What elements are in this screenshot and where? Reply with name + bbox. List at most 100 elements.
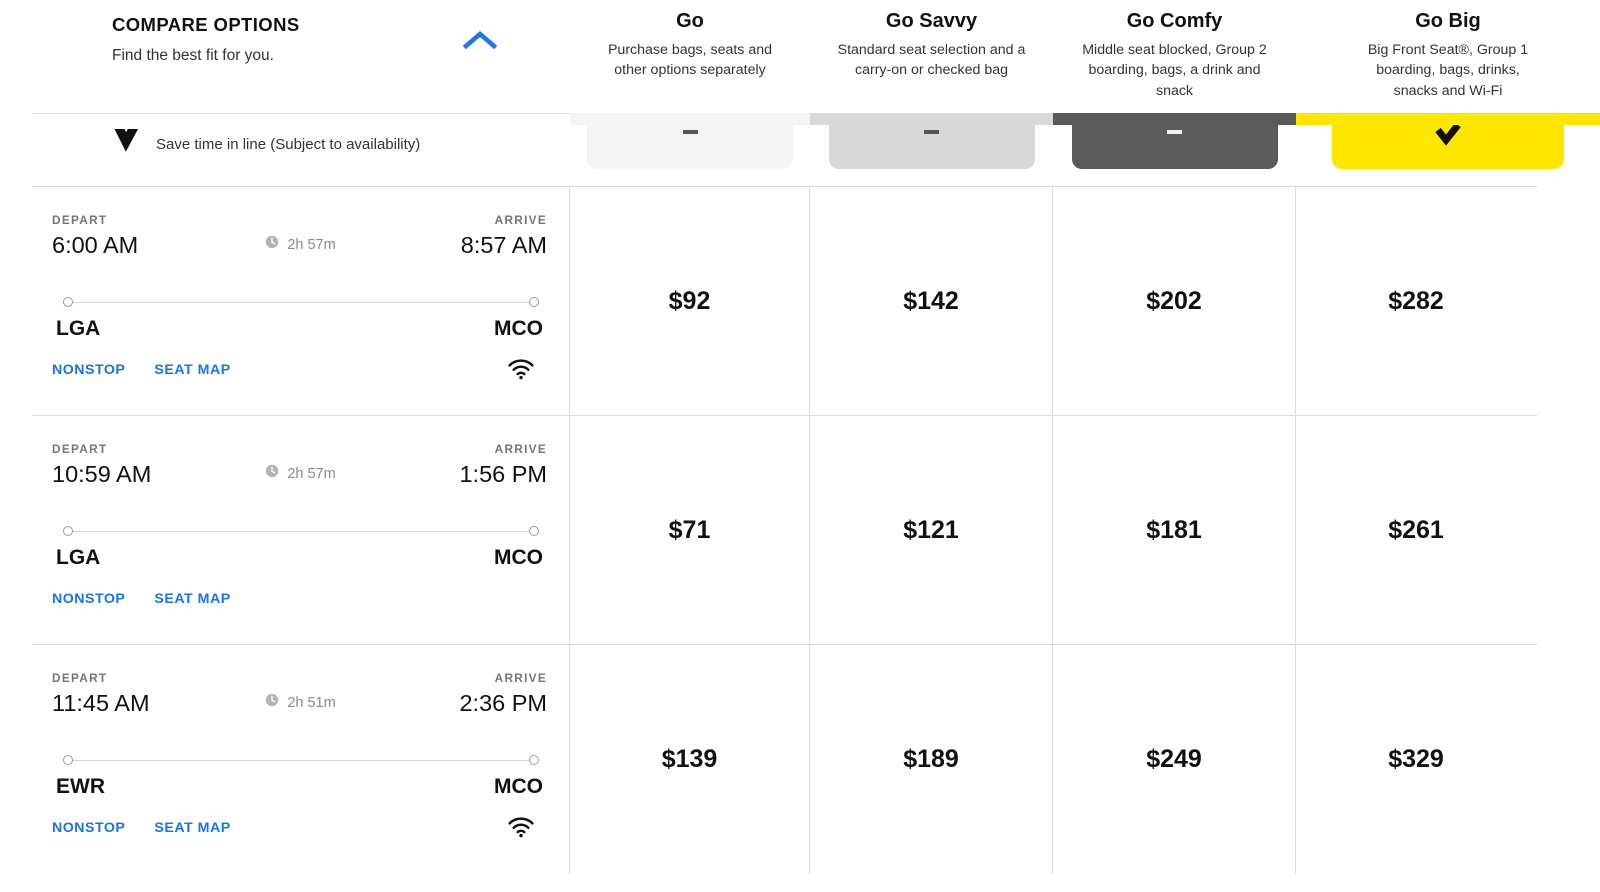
seat-map-link[interactable]: SEAT MAP	[154, 820, 230, 836]
depart-block: DEPART 10:59 AM	[52, 442, 151, 488]
table-row: DEPART 11:45 AM ARRIVE 2:36 PM	[32, 645, 1537, 874]
flight-times: DEPART 10:59 AM ARRIVE 1:56 PM	[52, 442, 547, 488]
route-line-graphic	[63, 753, 539, 769]
depart-time: 10:59 AM	[52, 461, 151, 488]
fare-column-go-comfy: Go Comfy Middle seat blocked, Group 2 bo…	[1053, 0, 1296, 118]
airport-codes: EWR MCO	[56, 775, 543, 799]
destination-code: MCO	[494, 317, 543, 341]
collapse-compare-button[interactable]	[452, 22, 508, 62]
arrive-label: ARRIVE	[459, 671, 547, 685]
fare-name: Go Big	[1296, 10, 1600, 33]
arrive-block: ARRIVE 1:56 PM	[459, 442, 547, 488]
price: $189	[903, 745, 959, 774]
arrive-block: ARRIVE 2:36 PM	[459, 671, 547, 717]
fare-name: Go	[570, 10, 810, 33]
table-row: DEPART 10:59 AM ARRIVE 1:56 PM	[32, 416, 1537, 645]
origin-code: EWR	[56, 775, 105, 799]
origin-dot	[63, 526, 73, 536]
dash-icon	[1167, 130, 1182, 134]
wifi-icon	[507, 358, 535, 385]
dash-icon	[683, 130, 698, 134]
fare-compare-page: COMPARE OPTIONS Find the best fit for yo…	[0, 0, 1600, 892]
price-cell-go-savvy[interactable]: $121	[810, 416, 1053, 644]
origin-dot	[63, 297, 73, 307]
flight-links: NONSTOP SEAT MAP	[52, 591, 547, 607]
tier-card-go[interactable]	[587, 119, 793, 169]
price: $181	[1146, 516, 1202, 545]
price-cell-go-comfy[interactable]: $202	[1053, 187, 1296, 415]
depart-label: DEPART	[52, 213, 138, 227]
fare-column-go: Go Purchase bags, seats and other option…	[570, 0, 810, 118]
flight-details-cell: DEPART 10:59 AM ARRIVE 1:56 PM	[32, 416, 570, 644]
price: $121	[903, 516, 959, 545]
flight-links: NONSTOP SEAT MAP	[52, 820, 547, 836]
flight-results-table: DEPART 6:00 AM ARRIVE 8:57 AM	[32, 186, 1537, 874]
fare-description: Standard seat selection and a carry-on o…	[832, 40, 1032, 81]
tier-card-slot	[1053, 119, 1296, 171]
seat-map-link[interactable]: SEAT MAP	[154, 591, 230, 607]
tier-card-go-big[interactable]	[1332, 119, 1564, 169]
fare-description: Big Front Seat®, Group 1 boarding, bags,…	[1355, 40, 1541, 101]
arrive-label: ARRIVE	[461, 213, 547, 227]
feature-label: Save time in line (Subject to availabili…	[156, 136, 420, 153]
arrive-time: 1:56 PM	[459, 461, 547, 488]
fare-description: Purchase bags, seats and other options s…	[590, 40, 790, 81]
origin-code: LGA	[56, 317, 100, 341]
fare-tier-cards	[570, 119, 1600, 171]
feature-label-wrap: Save time in line (Subject to availabili…	[112, 114, 420, 174]
price-cell-go-big[interactable]: $282	[1296, 187, 1536, 415]
nonstop-link[interactable]: NONSTOP	[52, 591, 125, 607]
destination-dot	[529, 526, 539, 536]
price: $139	[662, 745, 718, 774]
arrive-block: ARRIVE 8:57 AM	[461, 213, 547, 259]
chevron-up-icon	[463, 30, 497, 55]
destination-code: MCO	[494, 546, 543, 570]
airport-codes: LGA MCO	[56, 546, 543, 570]
fare-column-go-savvy: Go Savvy Standard seat selection and a c…	[810, 0, 1053, 118]
price-cell-go[interactable]: $92	[570, 187, 810, 415]
depart-time: 6:00 AM	[52, 232, 138, 259]
destination-code: MCO	[494, 775, 543, 799]
price: $202	[1146, 287, 1202, 316]
origin-code: LGA	[56, 546, 100, 570]
fare-name: Go Comfy	[1053, 10, 1296, 33]
flight-details-cell: DEPART 11:45 AM ARRIVE 2:36 PM	[32, 645, 570, 874]
price-cell-go-savvy[interactable]: $189	[810, 645, 1053, 874]
fare-description: Middle seat blocked, Group 2 boarding, b…	[1075, 40, 1275, 101]
price: $92	[669, 287, 711, 316]
airport-codes: LGA MCO	[56, 317, 543, 341]
destination-dot	[529, 755, 539, 765]
tier-card-slot	[570, 119, 810, 171]
compare-options-header: COMPARE OPTIONS Find the best fit for yo…	[0, 0, 1600, 118]
price-cell-go-savvy[interactable]: $142	[810, 187, 1053, 415]
price-cell-go-big[interactable]: $329	[1296, 645, 1536, 874]
arrive-time: 2:36 PM	[459, 690, 547, 717]
price: $249	[1146, 745, 1202, 774]
nonstop-link[interactable]: NONSTOP	[52, 820, 125, 836]
tier-card-slot	[1296, 119, 1600, 171]
route-line-graphic	[63, 524, 539, 540]
price: $71	[669, 516, 711, 545]
price-cell-go[interactable]: $139	[570, 645, 810, 874]
price-cell-go-comfy[interactable]: $181	[1053, 416, 1296, 644]
arrive-time: 8:57 AM	[461, 232, 547, 259]
arrive-label: ARRIVE	[459, 442, 547, 456]
nonstop-link[interactable]: NONSTOP	[52, 362, 125, 378]
price-cell-go-comfy[interactable]: $249	[1053, 645, 1296, 874]
tier-card-go-savvy[interactable]	[829, 119, 1035, 169]
fare-column-headers: Go Purchase bags, seats and other option…	[570, 0, 1600, 118]
dash-icon	[924, 130, 939, 134]
tier-card-go-comfy[interactable]	[1072, 119, 1278, 169]
depart-label: DEPART	[52, 671, 150, 685]
price-cell-go-big[interactable]: $261	[1296, 416, 1536, 644]
depart-time: 11:45 AM	[52, 690, 150, 717]
origin-dot	[63, 755, 73, 765]
route-line-graphic	[63, 295, 539, 311]
depart-label: DEPART	[52, 442, 151, 456]
tier-card-slot	[810, 119, 1053, 171]
price: $282	[1388, 287, 1444, 316]
seat-map-link[interactable]: SEAT MAP	[154, 362, 230, 378]
route-line	[70, 531, 532, 532]
price-cell-go[interactable]: $71	[570, 416, 810, 644]
route-line	[70, 760, 532, 761]
